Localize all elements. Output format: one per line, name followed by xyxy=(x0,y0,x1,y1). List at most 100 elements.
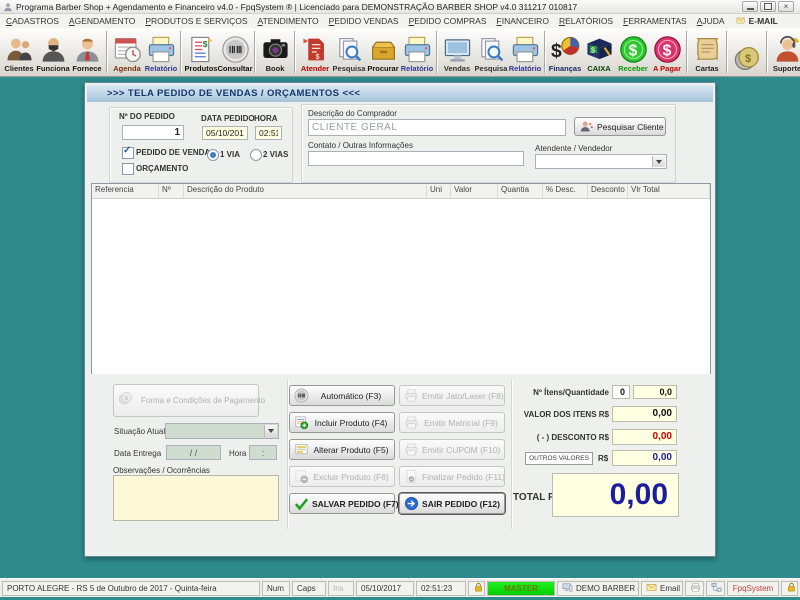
cashbook-icon: $ xyxy=(585,35,614,64)
printer-gray-icon xyxy=(404,442,419,457)
status-lock2-icon xyxy=(781,581,798,596)
attendant-dropdown[interactable] xyxy=(535,154,667,169)
monitor-icon xyxy=(443,35,472,64)
status-network-icon[interactable] xyxy=(706,581,725,596)
emitir-cupom-button[interactable]: Emitir CUPOM (F10) xyxy=(399,439,505,460)
payment-terms-button[interactable]: $ Forma e Condições de Pagamento xyxy=(113,384,259,417)
toolbar-button-relatorio[interactable]: Relatório xyxy=(144,28,178,76)
notes-textarea[interactable] xyxy=(113,475,279,521)
toolbar-button-pesquisa[interactable]: Pesquisa xyxy=(474,28,508,76)
toolbar-button-procurar[interactable]: Procurar xyxy=(366,28,400,76)
one-copy-radio[interactable] xyxy=(207,149,219,161)
menu-item-pedido-compras[interactable]: PEDIDO COMPRAS xyxy=(409,16,487,26)
toolbar-button-caixa[interactable]: $CAIXA xyxy=(582,28,616,76)
svg-text:$: $ xyxy=(628,43,637,60)
toolbar-button-a-pagar[interactable]: $A Pagar xyxy=(650,28,684,76)
status-num-indicator: Num xyxy=(262,581,290,596)
toolbar-button-label: Pesquisa xyxy=(475,64,508,73)
delivery-time-field[interactable] xyxy=(249,445,277,460)
toolbar-button-coin-gold[interactable]: $ xyxy=(730,28,764,76)
delivery-date-field[interactable] xyxy=(166,445,221,460)
status-time: 02:51:23 xyxy=(416,581,466,596)
menu-item-produtos-e-servicos[interactable]: PRODUTOS E SERVIÇOS xyxy=(145,16,247,26)
column-header-quantia[interactable]: Quantia xyxy=(498,184,543,198)
toolbar-button-receber[interactable]: $Receber xyxy=(616,28,650,76)
titlebar: Programa Barber Shop + Agendamento e Fin… xyxy=(0,0,800,14)
column-header-valor[interactable]: Valor xyxy=(451,184,498,198)
toolbar-button-label: Relatório xyxy=(509,64,542,73)
discount-label: ( - ) DESCONTO R$ xyxy=(511,433,609,442)
alterar-produto-button[interactable]: Alterar Produto (F5) xyxy=(289,439,395,460)
incluir-produto-button[interactable]: Incluir Produto (F4) xyxy=(289,412,395,433)
quote-checkbox[interactable] xyxy=(122,163,134,175)
toolbar-button-atender[interactable]: $Atender xyxy=(298,28,332,76)
menu-item-agendamento[interactable]: AGENDAMENTO xyxy=(69,16,135,26)
column-header-n[interactable]: Nº xyxy=(159,184,184,198)
order-time-field[interactable] xyxy=(255,126,282,140)
column-header-vlr-total[interactable]: Vlr Total xyxy=(628,184,710,198)
close-button[interactable]: × xyxy=(778,1,794,12)
sales-order-checkbox[interactable] xyxy=(122,147,134,159)
current-status-dropdown[interactable] xyxy=(165,423,279,439)
barcode-icon xyxy=(221,35,250,64)
menu-item-ajuda[interactable]: AJUDA xyxy=(697,16,725,26)
actions-column-1: Automático (F3) Incluir Produto (F4) Alter… xyxy=(289,385,395,520)
column-header-desconto[interactable]: Desconto xyxy=(588,184,628,198)
menu-item-cadastros[interactable]: CADASTROS xyxy=(6,16,59,26)
contact-field[interactable] xyxy=(308,151,524,166)
status-email-button[interactable]: Email xyxy=(641,581,683,596)
toolbar-button-fornece[interactable]: Fornece xyxy=(70,28,104,76)
column-header-referencia[interactable]: Referencia xyxy=(92,184,159,198)
menu-item-ferramentas[interactable]: FERRAMENTAS xyxy=(623,16,687,26)
toolbar-button-pesquisa[interactable]: Pesquisa xyxy=(332,28,366,76)
minimize-button[interactable] xyxy=(742,1,758,12)
menu-item-email[interactable]: E-MAIL xyxy=(735,16,778,27)
two-copies-radio[interactable] xyxy=(250,149,262,161)
excluir-produto-button[interactable]: Excluir Produto (F6) xyxy=(289,466,395,487)
toolbar-button-cartas[interactable]: Cartas xyxy=(690,28,724,76)
column-header-desc[interactable]: % Desc. xyxy=(543,184,588,198)
toolbar-button-book[interactable]: Book xyxy=(258,28,292,76)
drawer-icon xyxy=(369,35,398,64)
svg-text:$: $ xyxy=(591,46,595,55)
toolbar-button-consultar[interactable]: Consultar xyxy=(218,28,252,76)
buyer-field[interactable] xyxy=(308,119,566,136)
order-number-field[interactable] xyxy=(122,125,184,140)
supplier-icon xyxy=(73,35,102,64)
svg-text:$: $ xyxy=(662,43,671,60)
status-printer-icon[interactable] xyxy=(685,581,704,596)
toolbar-button-relatorio[interactable]: Relatório xyxy=(508,28,542,76)
toolbar-button-financas[interactable]: $Finanças xyxy=(548,28,582,76)
status-caps-indicator: Caps xyxy=(292,581,326,596)
restore-button[interactable] xyxy=(760,1,776,12)
emitir-matricial-button[interactable]: Emitir Matricial (F9) xyxy=(399,412,505,433)
salvar-pedido-button[interactable]: SALVAR PEDIDO (F7) xyxy=(289,493,395,514)
toolbar-button-funciona[interactable]: Funciona xyxy=(36,28,70,76)
toolbar-separator xyxy=(106,31,108,73)
other-values-button[interactable]: OUTROS VALORES xyxy=(525,452,593,465)
report-print-icon xyxy=(147,35,176,64)
status-date: 05/10/2017 xyxy=(356,581,414,596)
add-product-icon xyxy=(294,415,309,430)
products-table-body[interactable] xyxy=(92,199,710,374)
toolbar-button-vendas[interactable]: Vendas xyxy=(440,28,474,76)
emitir-jato-laser-button[interactable]: Emitir Jato/Laser (F8) xyxy=(399,385,505,406)
menu-item-financeiro[interactable]: FINANCEIRO xyxy=(497,16,549,26)
menu-item-pedido-vendas[interactable]: PEDIDO VENDAS xyxy=(329,16,399,26)
search-client-button[interactable]: Pesquisar Cliente xyxy=(574,117,666,136)
toolbar-button-suporte[interactable]: Suporte xyxy=(770,28,800,76)
column-header-descricao-do-produto[interactable]: Descrição do Produto xyxy=(184,184,427,198)
toolbar-button-relatorio[interactable]: Relatório xyxy=(400,28,434,76)
column-header-uni[interactable]: Uni xyxy=(427,184,451,198)
sair-pedido-button[interactable]: SAIR PEDIDO (F12) xyxy=(399,493,505,514)
menu-item-relatorios[interactable]: RELATÓRIOS xyxy=(559,16,613,26)
items-qty-value: 0,0 xyxy=(633,385,677,399)
finalizar-pedido-button[interactable]: Finalizar Pedido (F11) xyxy=(399,466,505,487)
toolbar-button-label: Relatório xyxy=(401,64,434,73)
automatico-button[interactable]: Automático (F3) xyxy=(289,385,395,406)
toolbar-button-clientes[interactable]: Clientes xyxy=(2,28,36,76)
toolbar-button-agenda[interactable]: Agenda xyxy=(110,28,144,76)
menu-item-atendimento[interactable]: ATENDIMENTO xyxy=(258,16,319,26)
toolbar-button-produtos[interactable]: $Produtos xyxy=(184,28,218,76)
order-date-field[interactable] xyxy=(202,126,248,140)
